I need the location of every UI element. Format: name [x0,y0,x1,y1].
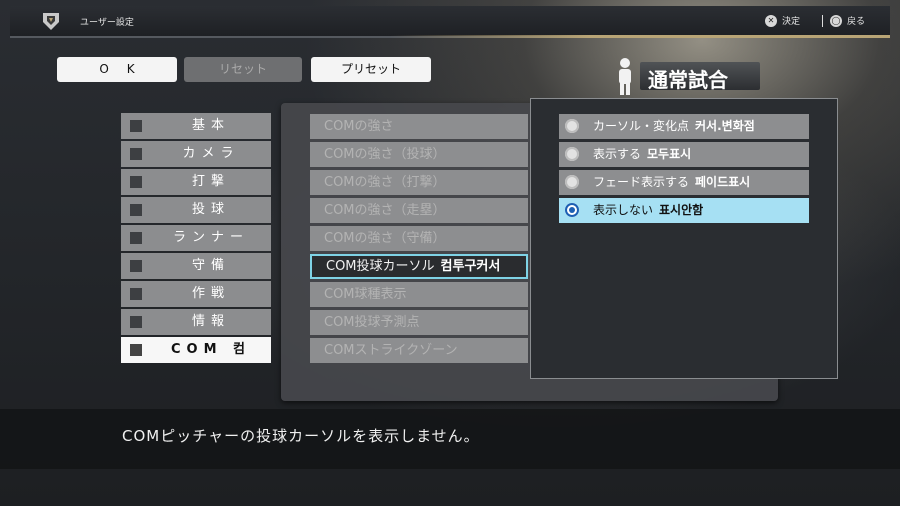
ok-button[interactable]: OK [57,57,177,82]
header-bar: ユーザー設定 ✕ 決定 ◯ 戻る [10,6,890,38]
option-com-strength-running[interactable]: COMの強さ（走塁） [310,198,528,223]
choice-extra-label: 페이드표시 [695,175,751,189]
category-marker [130,344,142,356]
category-label: COM 컴 [170,342,251,357]
choice-label: 表示しない [593,203,654,217]
category-marker [130,120,142,132]
choice-label: カーソル・変化点 [593,119,690,133]
radio-button-icon [565,175,579,189]
option-com-strength[interactable]: COMの強さ [310,114,528,139]
category-item-batting[interactable]: 打撃 [121,169,271,195]
choice-hide[interactable]: 表示しない 표시안함 [559,198,809,223]
cross-button-icon: ✕ [765,14,777,27]
option-com-strength-fielding[interactable]: COMの強さ（守備） [310,226,528,251]
category-marker [130,204,142,216]
category-item-info[interactable]: 情報 [121,309,271,335]
description-bar: COMピッチャーの投球カーソルを表示しません。 [0,409,900,469]
choice-extra-label: 모두표시 [647,147,692,161]
category-label: 打撃 [191,174,230,189]
radio-selected-icon [565,203,579,217]
category-item-runner[interactable]: ランナー [121,225,271,251]
page-title: ユーザー設定 [80,18,134,28]
option-com-strength-pitching[interactable]: COMの強さ（投球） [310,142,528,167]
option-com-strength-batting[interactable]: COMの強さ（打撃） [310,170,528,195]
category-label: 作戦 [191,286,230,301]
category-item-basic[interactable]: 基本 [121,113,271,139]
category-marker [130,232,142,244]
category-item-fielding[interactable]: 守備 [121,253,271,279]
choice-fade-show[interactable]: フェード表示する 페이드표시 [559,170,809,195]
category-label: 投球 [191,202,230,217]
header-accent-line [390,35,890,38]
radio-button-icon [565,119,579,133]
category-label: 守備 [191,258,230,273]
reset-button[interactable]: リセット [184,57,302,82]
description-text: COMピッチャーの投球カーソルを表示しません。 [122,427,480,445]
circle-button-icon: ◯ [830,14,842,27]
category-marker [130,260,142,272]
category-marker [130,316,142,328]
divider [822,15,823,27]
category-item-camera[interactable]: カメラ [121,141,271,167]
choice-cursor-break-point[interactable]: カーソル・変化点 커서.변화점 [559,114,809,139]
option-com-pitch-type-display[interactable]: COM球種表示 [310,282,528,307]
game-mode-banner: 通常試合 [612,56,762,96]
choice-label: 表示する [593,147,642,161]
choice-extra-label: 표시안함 [659,203,704,217]
back-hint[interactable]: ◯ 戻る [830,14,865,27]
category-marker [130,148,142,160]
confirm-hint[interactable]: ✕ 決定 [765,14,800,27]
option-com-pitch-prediction[interactable]: COM投球予測点 [310,310,528,335]
category-label: ランナー [172,230,249,245]
confirm-label: 決定 [782,17,801,27]
team-shield-logo [43,13,59,30]
choice-popup [530,98,838,379]
radio-button-icon [565,147,579,161]
category-label: 基本 [191,118,230,133]
mode-label: 通常試合 [648,68,728,92]
option-com-strike-zone[interactable]: COMストライクゾーン [310,338,528,363]
category-marker [130,288,142,300]
category-marker [130,176,142,188]
player-figure-icon [619,58,631,95]
category-label: カメラ [182,146,240,161]
category-item-pitching[interactable]: 投球 [121,197,271,223]
category-list: 基本 カメラ 打撃 投球 ランナー 守備 作戦 情報 COM 컴 [121,113,271,365]
category-item-com[interactable]: COM 컴 [121,337,271,363]
choice-show[interactable]: 表示する 모두표시 [559,142,809,167]
choice-extra-label: 커서.변화점 [695,119,755,133]
category-label: 情報 [191,314,230,329]
option-extra-label: 컴투구커서 [440,259,501,274]
choice-label: フェード表示する [593,175,690,189]
back-label: 戻る [847,17,866,27]
option-label: COM投球カーソル [326,259,435,274]
preset-button[interactable]: プリセット [311,57,431,82]
category-item-strategy[interactable]: 作戦 [121,281,271,307]
option-com-pitch-cursor[interactable]: COM投球カーソル 컴투구커서 [310,254,528,279]
